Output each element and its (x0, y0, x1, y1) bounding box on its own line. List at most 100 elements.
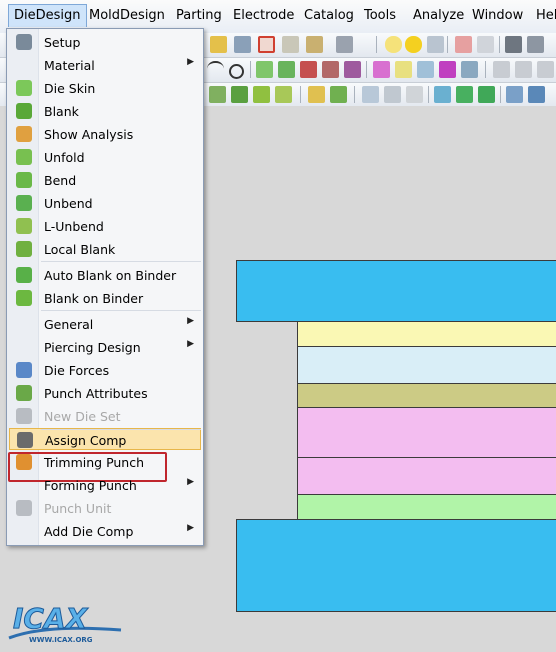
boolean-2-icon[interactable] (528, 86, 545, 103)
icax-logo-graphic: ICAX WWW.ICAX.ORG (8, 602, 122, 644)
menu-item-label: Add Die Comp (44, 524, 134, 539)
menu-item-local-blank[interactable]: Local Blank (9, 238, 201, 260)
trim-curve-icon[interactable] (300, 61, 317, 78)
menu-item-assign-comp[interactable]: Assign Comp (9, 428, 201, 450)
menu-separator (41, 429, 201, 430)
toolbar-separator (500, 86, 501, 103)
punch-holder-plate[interactable] (297, 346, 556, 384)
menu-item-new-die-set: New Die Set (9, 405, 201, 427)
menu-window[interactable]: Window (472, 8, 523, 23)
die-tool-3-icon[interactable] (253, 86, 270, 103)
die-backing-plate[interactable] (297, 494, 556, 520)
backing-plate[interactable] (297, 321, 556, 347)
menu-item-bend[interactable]: Bend (9, 169, 201, 191)
menu-item-blank-on-binder[interactable]: Blank on Binder (9, 287, 201, 309)
menu-tools[interactable]: Tools (364, 8, 396, 23)
menu-item-label: L-Unbend (44, 219, 104, 234)
menu-item-add-die-comp[interactable]: Add Die Comp ▶ (9, 520, 201, 542)
menu-help[interactable]: Hel (536, 8, 556, 23)
stripper-plate[interactable] (297, 407, 556, 458)
menu-item-general[interactable]: General ▶ (9, 313, 201, 335)
shaded-box-icon[interactable] (282, 36, 299, 53)
lightbulb-off-icon[interactable] (385, 36, 402, 53)
menu-item-forming-punch[interactable]: Forming Punch ▶ (9, 474, 201, 496)
toolbar-separator (428, 86, 429, 103)
surface-icon[interactable] (373, 61, 390, 78)
grid-icon[interactable] (505, 36, 522, 53)
menu-item-auto-blank-on-binder[interactable]: Auto Blank on Binder (9, 264, 201, 286)
menu-item-setup[interactable]: Setup (9, 31, 201, 53)
menu-item-blank[interactable]: Blank (9, 100, 201, 122)
menu-parting[interactable]: Parting (176, 8, 222, 23)
forward-arrow-icon[interactable] (477, 36, 494, 53)
split-curve-icon[interactable] (344, 61, 361, 78)
bottom-plate[interactable] (236, 519, 556, 612)
axis-icon[interactable] (439, 61, 456, 78)
mold-tool-icon[interactable] (308, 86, 325, 103)
table-icon[interactable] (527, 36, 544, 53)
menu-analyze[interactable]: Analyze (413, 8, 464, 23)
view-options-icon[interactable] (336, 36, 353, 53)
extend-curve-icon[interactable] (322, 61, 339, 78)
toolbar-separator (447, 36, 448, 53)
menu-item-show-analysis[interactable]: Show Analysis (9, 123, 201, 145)
die-plate[interactable] (297, 457, 556, 495)
menu-item-punch-attributes[interactable]: Punch Attributes (9, 382, 201, 404)
die-tool-2-icon[interactable] (231, 86, 248, 103)
menu-electrode[interactable]: Electrode (233, 8, 294, 23)
line-icon[interactable] (493, 61, 510, 78)
open-icon[interactable] (210, 36, 227, 53)
submenu-arrow-icon: ▶ (187, 523, 194, 533)
menu-item-label: Setup (44, 35, 81, 50)
die-skin-icon (16, 80, 32, 96)
menu-catalog[interactable]: Catalog (304, 8, 354, 23)
lightbulb-on-icon[interactable] (405, 36, 422, 53)
chamfer-icon[interactable] (456, 86, 473, 103)
fillet-icon[interactable] (434, 86, 451, 103)
arc-icon[interactable] (207, 61, 224, 80)
menu-item-piercing-design[interactable]: Piercing Design ▶ (9, 336, 201, 358)
menu-item-die-forces[interactable]: Die Forces (9, 359, 201, 381)
section-icon[interactable] (461, 61, 478, 78)
dimension-icon[interactable] (537, 61, 554, 78)
diedesign-dropdown-menu: Setup Material ▶ Die Skin Blank Show Analysis… (6, 28, 204, 546)
menu-item-die-skin[interactable]: Die Skin (9, 77, 201, 99)
camera-icon[interactable] (234, 36, 251, 53)
menu-item-label: Unbend (44, 196, 93, 211)
top-plate[interactable] (236, 260, 556, 322)
die-tool-4-icon[interactable] (275, 86, 292, 103)
frame-3-icon[interactable] (406, 86, 423, 103)
layer-icon[interactable] (427, 36, 444, 53)
menu-item-l-unbend[interactable]: L-Unbend (9, 215, 201, 237)
solid-box-icon[interactable] (306, 36, 323, 53)
circle-icon[interactable] (229, 64, 244, 79)
stopper-plate[interactable] (297, 383, 556, 408)
menu-item-label: Local Blank (44, 242, 116, 257)
frame-icon[interactable] (362, 86, 379, 103)
cylinder-icon[interactable] (395, 61, 412, 78)
mold-tool-2-icon[interactable] (330, 86, 347, 103)
view-cube-icon[interactable] (258, 36, 275, 53)
menu-molddesign[interactable]: MoldDesign (89, 8, 165, 23)
back-arrow-icon[interactable] (455, 36, 472, 53)
menu-item-material[interactable]: Material ▶ (9, 54, 201, 76)
menu-item-label: Show Analysis (44, 127, 134, 142)
frame-2-icon[interactable] (384, 86, 401, 103)
offset-curve-icon[interactable] (278, 61, 295, 78)
menu-item-label: New Die Set (44, 409, 121, 424)
curve-icon[interactable] (256, 61, 273, 78)
menu-item-unfold[interactable]: Unfold (9, 146, 201, 168)
menu-diedesign[interactable]: DieDesign (8, 4, 87, 27)
boolean-icon[interactable] (506, 86, 523, 103)
menu-item-label: Punch Attributes (44, 386, 148, 401)
shell-icon[interactable] (478, 86, 495, 103)
menu-item-trimming-punch[interactable]: Trimming Punch (9, 451, 201, 473)
plane-icon[interactable] (417, 61, 434, 78)
die-tool-icon[interactable] (209, 86, 226, 103)
blank-icon (16, 103, 32, 119)
submenu-arrow-icon: ▶ (187, 477, 194, 487)
menu-item-unbend[interactable]: Unbend (9, 192, 201, 214)
local-blank-icon (16, 241, 32, 257)
pen-icon[interactable] (515, 61, 532, 78)
svg-text:ICAX: ICAX (13, 602, 89, 635)
